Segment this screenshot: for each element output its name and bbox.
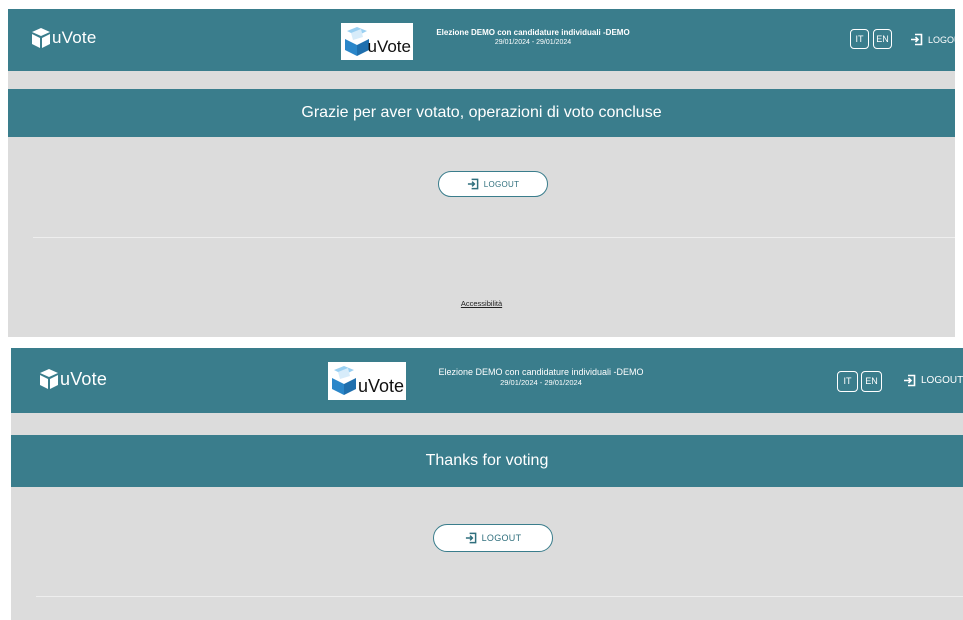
election-dates: 29/01/2024 - 29/01/2024: [494, 39, 572, 46]
thank-you-message: Grazie per aver votato, operazioni di vo…: [8, 89, 955, 137]
election-logo-text: uVote: [357, 376, 404, 396]
accessibility-link[interactable]: Accessibilità: [461, 299, 502, 308]
header-logout-button[interactable]: LOGOUT: [903, 374, 963, 387]
lang-en-button[interactable]: EN: [861, 371, 882, 392]
top-header: uVote uVote Elezione DEMO con candidatur…: [8, 9, 955, 71]
election-logo: uVote: [328, 362, 406, 400]
top-header: uVote uVote Elezione DEMO con candidatur…: [11, 348, 963, 413]
logout-button-label: LOGOUT: [481, 533, 522, 543]
election-logo: uVote: [341, 23, 413, 60]
lang-it-button[interactable]: IT: [837, 371, 858, 392]
election-title: Elezione DEMO con candidature individual…: [436, 28, 630, 37]
header-logout-label: LOGOUT: [928, 34, 955, 45]
brand-name: uVote: [52, 28, 97, 47]
logout-icon: [904, 374, 916, 387]
ballot-box-icon: [332, 366, 356, 395]
brand-logo[interactable]: uVote: [31, 27, 97, 49]
screen-english: uVote uVote Elezione DEMO con candidatur…: [11, 348, 963, 620]
brand-logo[interactable]: uVote: [39, 368, 107, 390]
lang-it-button[interactable]: IT: [850, 29, 869, 49]
footer: Accessibilità: [8, 293, 955, 311]
election-title: Elezione DEMO con candidature individual…: [438, 367, 644, 377]
lang-en-button[interactable]: EN: [873, 29, 892, 49]
ballot-box-icon: [40, 369, 58, 389]
brand-name: uVote: [60, 368, 108, 389]
ballot-box-icon: [32, 28, 50, 48]
screen-italian: uVote uVote Elezione DEMO con candidatur…: [8, 9, 955, 337]
logout-icon: [911, 33, 923, 46]
logout-icon: [467, 178, 479, 190]
thank-you-message: Thanks for voting: [11, 435, 963, 487]
logout-button[interactable]: LOGOUT: [438, 171, 548, 197]
election-dates: 29/01/2024 - 29/01/2024: [500, 378, 582, 387]
logout-button-label: LOGOUT: [483, 179, 520, 189]
divider: [36, 596, 963, 597]
divider: [33, 237, 955, 238]
header-logout-label: LOGOUT: [921, 375, 963, 386]
logout-button[interactable]: LOGOUT: [433, 524, 553, 552]
logout-icon: [465, 532, 476, 544]
election-logo-text: uVote: [367, 37, 412, 56]
header-logout-button[interactable]: LOGOUT: [910, 33, 955, 46]
election-info: Elezione DEMO con candidature individual…: [406, 367, 676, 388]
election-info: Elezione DEMO con candidature individual…: [413, 27, 653, 48]
